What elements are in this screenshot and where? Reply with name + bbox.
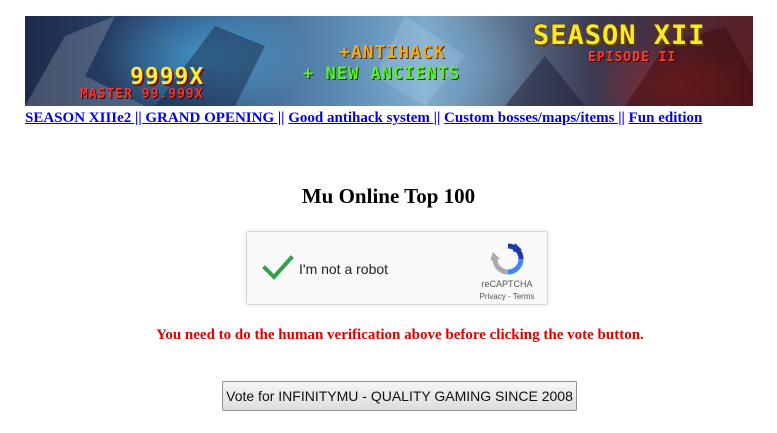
link-custom-content[interactable]: Custom bosses/maps/items || <box>444 110 625 126</box>
server-banner[interactable]: SEASON XII EPISODE II +ANTIHACK + NEW AN… <box>25 16 753 106</box>
terms-link[interactable]: Terms <box>513 292 535 301</box>
banner-season-text: SEASON XII <box>533 20 706 51</box>
link-season-grand-opening[interactable]: SEASON XIIIe2 || GRAND OPENING || <box>25 110 285 126</box>
banner-episode-text: EPISODE II <box>588 50 677 65</box>
recaptcha-links: Privacy - Terms <box>475 292 539 301</box>
banner-master-text: MASTER 99.999X <box>80 87 204 102</box>
recaptcha-brand: reCAPTCHA <box>481 279 533 289</box>
link-antihack[interactable]: Good antihack system || <box>288 110 440 126</box>
banner-ancients-text: + NEW ANCIENTS <box>303 64 461 84</box>
recaptcha-label: I'm not a robot <box>299 261 389 277</box>
links-separator: - <box>505 292 513 301</box>
privacy-link[interactable]: Privacy <box>480 292 506 301</box>
recaptcha-logo-icon <box>491 243 524 275</box>
vote-button[interactable]: Vote for INFINITYMU - QUALITY GAMING SIN… <box>222 381 577 411</box>
page-title: Mu Online Top 100 <box>301 184 476 208</box>
link-fun-edition[interactable]: Fun edition <box>629 110 703 126</box>
server-feature-links: SEASON XIIIe2 || GRAND OPENING || Good a… <box>25 110 770 127</box>
checkmark-icon[interactable] <box>262 254 294 282</box>
recaptcha-widget: I'm not a robot reCAPTCHA Privacy - Term… <box>246 231 548 305</box>
banner-antihack-text: +ANTIHACK <box>339 42 446 63</box>
verification-warning: You need to do the human verification ab… <box>156 327 644 343</box>
